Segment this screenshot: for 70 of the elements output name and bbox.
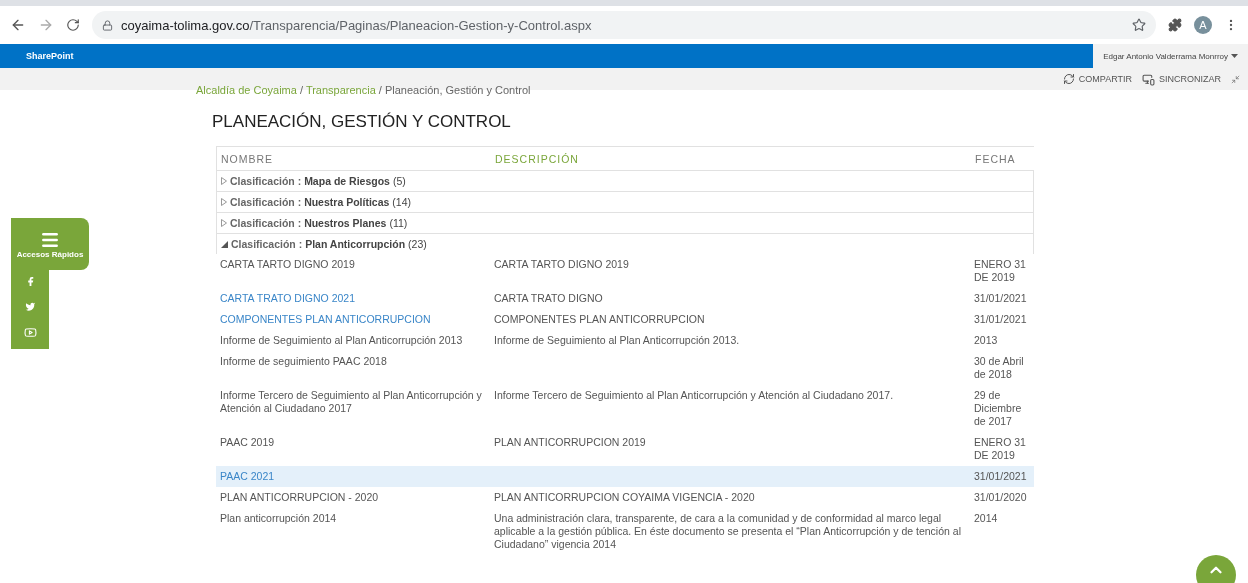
table-cell-text: 2014 [974, 512, 999, 526]
table-cell-text: 30 de Abril de 2018 [974, 355, 1025, 381]
table-row[interactable]: CARTA TRATO DIGNO 2021 CARTA TRATO DIGNO 31/01/2021 [216, 288, 1034, 309]
table-cell-text: 31/01/2021 [974, 292, 1028, 305]
address-bar[interactable]: coyaima-tolima.gov.co/Transparencia/Paginas/Planeacion-Gestion-y-Control.aspx [92, 11, 1156, 39]
table-cell-text: Una administración clara, transparente, de cara a la comunidad y de conformidad al marco legal aplicable a la gestión pública. En éste documento se presenta el “Plan Anticorrupción y de tención al Ciudadano” vigencia 2014 [494, 512, 962, 551]
table-cell-text: 29 de Diciembre de 2017 [974, 389, 1023, 428]
table-cell-text: 31/01/2021 [974, 470, 1028, 483]
group-header[interactable]: Clasificación : Nuestra Políticas (14) [216, 191, 1034, 212]
share-icon [1062, 73, 1075, 85]
group-header[interactable]: Clasificación : Plan Anticorrupción (23) [216, 233, 1034, 254]
table-cell-text: PLAN ANTICORRUPCION COYAIMA VIGENCIA - 2020 [494, 491, 756, 504]
table-row[interactable]: Informe Tercero de Seguimiento al Plan Anticorrupción y Atención al Ciudadano 2017 Informe Tercero de Seguimiento al Plan Anticorrupción y Atención al Ciudadano 2017. 29 de Diciembre de 2017 [216, 385, 1034, 432]
sync-button[interactable]: SINCRONIZAR [1142, 72, 1221, 86]
table-row[interactable]: Informe de Seguimiento al Plan Anticorrupción 2013 Informe de Seguimiento al Plan Anticorrupción 2013. 2013 [216, 330, 1034, 351]
user-menu[interactable]: Edgar Antonio Valderrama Monrroy [1093, 44, 1248, 68]
twitter-icon [24, 301, 36, 312]
focus-icon[interactable] [1231, 74, 1240, 84]
table-cell-text: ENERO 31 DE 2019 [974, 436, 1027, 462]
puzzle-icon[interactable] [1168, 18, 1182, 32]
sync-icon [1142, 72, 1155, 86]
table-cell-text: CARTA TRATO DIGNO [494, 292, 604, 305]
table-row[interactable]: CARTA TARTO DIGNO 2019 CARTA TARTO DIGNO 2019 ENERO 31 DE 2019 [216, 254, 1034, 288]
breadcrumb-separator: / [298, 84, 304, 96]
table-cell-text: ENERO 31 DE 2019 [974, 258, 1027, 284]
group-header[interactable]: Clasificación : Mapa de Riesgos (5) [216, 170, 1034, 191]
table-cell-text: Informe Tercero de Seguimiento al Plan Anticorrupción y Atención al Ciudadano 2017. [494, 389, 895, 403]
table-cell-text: Informe de seguimiento PAAC 2018 [220, 355, 388, 369]
table-cell-text: COMPONENTES PLAN ANTICORRUPCION [494, 313, 706, 326]
table-cell-text: Plan anticorrupción 2014 [220, 512, 338, 526]
table-cell-text: PAAC 2019 [220, 436, 276, 450]
table-row[interactable]: PLAN ANTICORRUPCION - 2020 PLAN ANTICORRUPCION COYAIMA VIGENCIA - 2020 31/01/2020 [216, 487, 1034, 508]
twitter-link[interactable] [24, 301, 36, 312]
table-cell-text: 31/01/2021 [974, 313, 1028, 326]
column-header[interactable]: FECHA [975, 153, 1039, 166]
table-row[interactable]: Informe de seguimiento PAAC 2018 30 de Abril de 2018 [216, 351, 1034, 385]
share-button[interactable]: COMPARTIR [1062, 73, 1132, 85]
document-link[interactable]: CARTA TRATO DIGNO 2021 [220, 292, 494, 305]
table-cell-text: 2013 [974, 334, 999, 347]
page-title: PLANEACIÓN, GESTIÓN Y CONTROL [212, 112, 512, 132]
lock-icon [102, 19, 113, 31]
table-row[interactable]: PAAC 2019 PLAN ANTICORRUPCION 2019 ENERO 31 DE 2019 [216, 432, 1034, 466]
expand-caret-icon [221, 219, 227, 227]
star-icon[interactable] [1132, 18, 1146, 32]
table-row[interactable]: PAAC 2021 31/01/2021 [216, 466, 1034, 487]
reload-icon[interactable] [66, 18, 80, 32]
document-link[interactable]: PAAC 2021 [220, 470, 494, 483]
breadcrumb-separator: / [377, 84, 383, 96]
expand-caret-icon [221, 177, 227, 185]
table-cell-text: CARTA TARTO DIGNO 2019 [494, 258, 630, 272]
caret-icon [1231, 54, 1238, 58]
breadcrumb-current: Planeación, Gestión y Control [384, 84, 531, 96]
back-icon[interactable] [10, 17, 26, 33]
document-link[interactable]: COMPONENTES PLAN ANTICORRUPCION [220, 313, 494, 326]
collapse-caret-icon [221, 240, 228, 248]
table-cell-text: Informe de Seguimiento al Plan Anticorrupción 2013. [494, 334, 741, 347]
expand-caret-icon [221, 198, 227, 206]
column-header[interactable]: NOMBRE [221, 153, 495, 166]
table-cell-text: 31/01/2020 [974, 491, 1028, 504]
youtube-icon [23, 326, 37, 339]
scroll-top-button[interactable] [1196, 555, 1236, 583]
table-cell-text: Informe Tercero de Seguimiento al Plan Anticorrupción y Atención al Ciudadano 2017 [220, 389, 483, 416]
table-row[interactable]: COMPONENTES PLAN ANTICORRUPCION COMPONENTES PLAN ANTICORRUPCION 31/01/2021 [216, 309, 1034, 330]
group-header[interactable]: Clasificación : Nuestros Planes (11) [216, 212, 1034, 233]
table-cell-text: CARTA TARTO DIGNO 2019 [220, 258, 356, 272]
brand-name[interactable]: SharePoint [26, 51, 74, 61]
table-cell-text: Informe de Seguimiento al Plan Anticorrupción 2013 [220, 334, 464, 347]
youtube-link[interactable] [23, 326, 37, 339]
table-cell-text: PLAN ANTICORRUPCION 2019 [494, 436, 647, 450]
table-cell-text: PLAN ANTICORRUPCION - 2020 [220, 491, 380, 504]
